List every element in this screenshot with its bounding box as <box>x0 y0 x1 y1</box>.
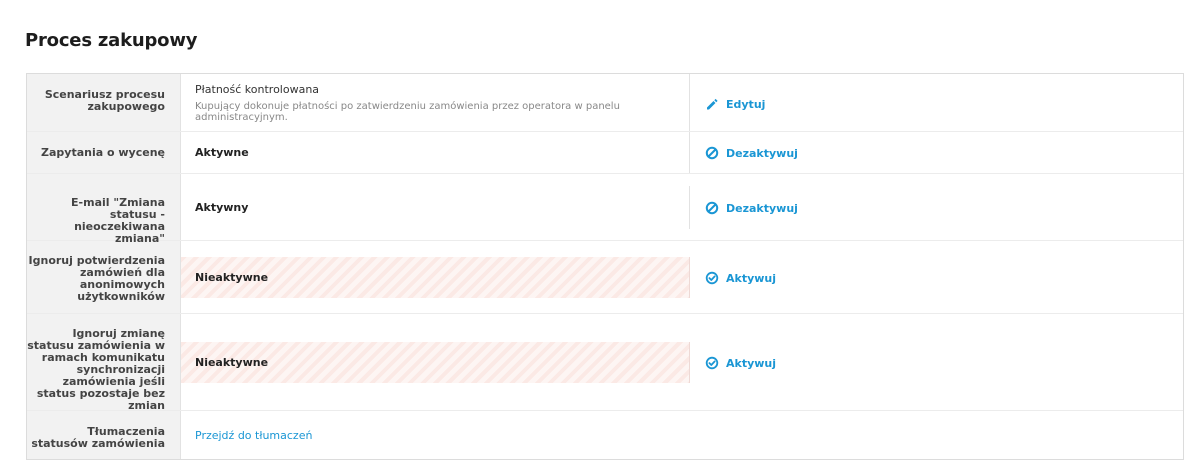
edit-button[interactable]: Edytuj <box>705 97 765 111</box>
value-cell: Nieaktywne <box>181 342 690 383</box>
activate-label: Aktywuj <box>726 271 777 285</box>
check-circle-icon <box>705 356 719 370</box>
activate-button[interactable]: Aktywuj <box>705 271 776 285</box>
status-value: Aktywne <box>195 146 249 159</box>
value-cell: Aktywne <box>181 132 690 173</box>
scenario-description: Kupujący dokonuje płatności po zatwierdz… <box>195 100 620 123</box>
row-status-change-email: E-mail "Zmiana statusu - nieoczekiwana z… <box>27 174 1183 245</box>
translations-link[interactable]: Przejdź do tłumaczeń <box>195 429 690 442</box>
value-cell: Aktywny <box>181 186 690 229</box>
value-cell: Płatność kontrolowana Kupujący dokonuje … <box>181 74 690 131</box>
row-ignore-anonymous-confirmations: Ignoruj potwierdzenia zamówień dla anoni… <box>27 241 1183 314</box>
activate-label: Aktywuj <box>726 356 777 370</box>
value-cell: Przejdź do tłumaczeń <box>181 411 690 459</box>
row-quote-requests: Zapytania o wycenę Aktywne Dezaktywuj <box>27 132 1183 174</box>
status-value: Nieaktywne <box>195 356 269 369</box>
status-value: Nieaktywne <box>195 271 269 284</box>
status-value: Aktywny <box>195 201 249 214</box>
purchase-process-panel: Scenariusz procesu zakupowego Płatność k… <box>26 73 1184 460</box>
row-purchase-scenario: Scenariusz procesu zakupowego Płatność k… <box>27 74 1183 132</box>
deactivate-button[interactable]: Dezaktywuj <box>705 146 798 160</box>
row-label: Scenariusz procesu zakupowego <box>44 88 165 113</box>
row-label: Ignoruj zmianę statusu zamówienia w rama… <box>27 327 165 412</box>
row-label: Tłumaczenia statusów zamówienia <box>31 425 165 450</box>
pencil-icon <box>707 98 718 110</box>
check-circle-icon <box>705 271 719 285</box>
deactivate-label: Dezaktywuj <box>726 146 798 160</box>
deactivate-label: Dezaktywuj <box>726 201 798 215</box>
row-label: Zapytania o wycenę <box>41 146 165 159</box>
row-ignore-status-change-sync: Ignoruj zmianę statusu zamówienia w rama… <box>27 314 1183 412</box>
scenario-name: Płatność kontrolowana <box>195 82 320 96</box>
edit-label: Edytuj <box>726 97 766 111</box>
block-icon <box>705 201 719 215</box>
row-label: Ignoruj potwierdzenia zamówień dla anoni… <box>28 254 165 303</box>
page-title: Proces zakupowy <box>25 30 198 51</box>
activate-button[interactable]: Aktywuj <box>705 356 776 370</box>
deactivate-button[interactable]: Dezaktywuj <box>705 201 798 215</box>
row-status-translations: Tłumaczenia statusów zamówienia Przejdź … <box>27 411 1183 459</box>
row-label: E-mail "Zmiana statusu - nieoczekiwana z… <box>71 196 165 245</box>
value-cell: Nieaktywne <box>181 257 690 298</box>
block-icon <box>705 146 719 160</box>
